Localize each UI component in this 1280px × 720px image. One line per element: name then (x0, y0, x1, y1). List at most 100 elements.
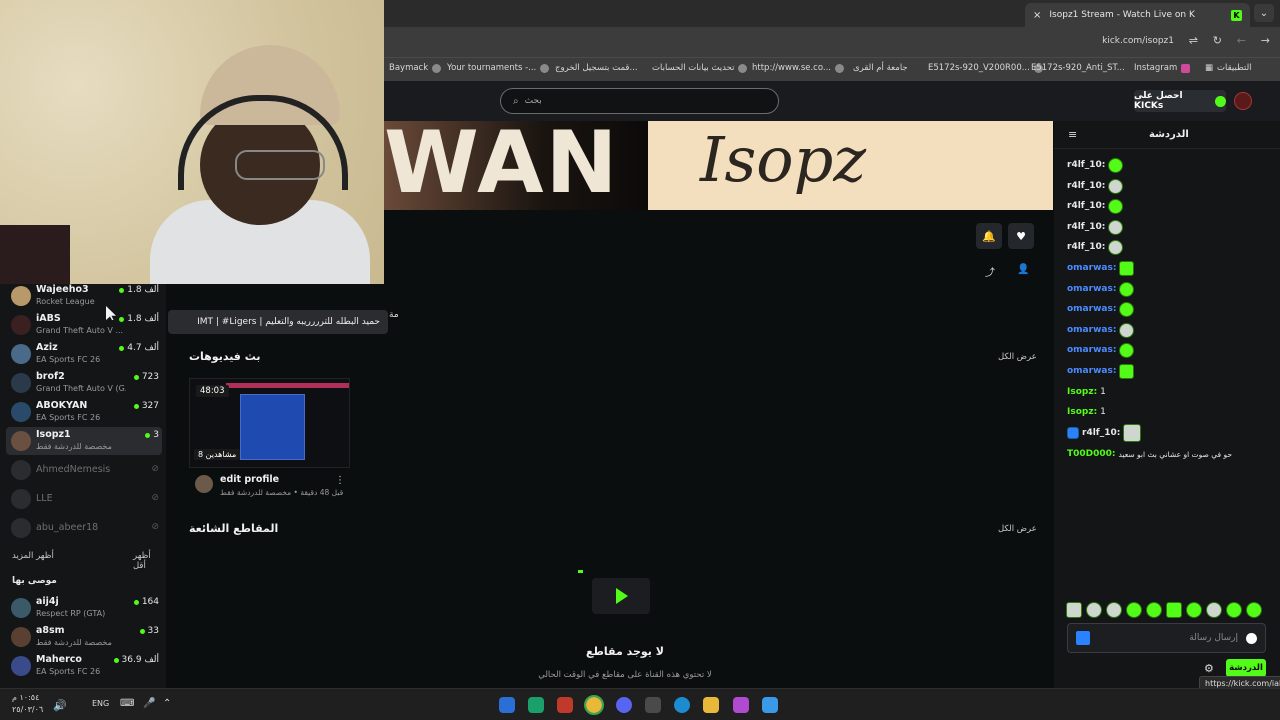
copilot-icon[interactable] (499, 697, 515, 713)
globe-icon (835, 63, 845, 73)
emote-icon (1119, 363, 1135, 379)
chrome-icon[interactable] (584, 695, 604, 715)
chat-message: omarwas: (1067, 300, 1135, 318)
live-dot-icon (119, 287, 125, 293)
emote-icon[interactable] (1146, 602, 1162, 618)
share-icon[interactable]: ⤴ (985, 264, 995, 279)
bookmark[interactable]: Your tournaments -... (447, 63, 550, 73)
sidebar-channel-offline[interactable]: LLE ⊘ (6, 485, 162, 513)
live-dot-icon (145, 432, 151, 438)
chat-message: r4lf_10: (1067, 177, 1124, 195)
app-icon[interactable] (557, 697, 573, 713)
sidebar-channel-offline[interactable]: abu_abeer18 ⊘ (6, 514, 162, 542)
emote-icon[interactable] (1106, 602, 1122, 618)
sidebar-channel-offline[interactable]: AhmedNemesis ⊘ (6, 456, 162, 484)
globe-icon (540, 63, 550, 73)
video-thumbnail[interactable]: 48:03 8 مشاهدين (189, 378, 350, 468)
emote-icon (1108, 239, 1124, 255)
edge-icon[interactable] (674, 697, 690, 713)
windows-start-icon[interactable] (762, 697, 778, 713)
keyboard-icon[interactable]: ⌨ (120, 698, 134, 709)
bookmark[interactable]: جامعة أم القرى (853, 63, 908, 73)
video-duration: 48:03 (196, 385, 229, 397)
bookmark[interactable]: E5172s-920_Anti_ST... (1031, 63, 1125, 73)
tab-search-button[interactable]: ⌄ (1254, 4, 1274, 22)
avatar (11, 460, 31, 480)
video-title[interactable]: edit profile (220, 474, 279, 485)
bookmark[interactable]: Baymack (389, 63, 442, 73)
emote-icon[interactable] (1206, 602, 1222, 618)
clock-date[interactable]: ٢٥/٠٣/٠٦ (12, 705, 43, 714)
emoji-icon[interactable] (1246, 632, 1257, 644)
file-explorer-icon[interactable] (703, 697, 719, 713)
sidebar-channel[interactable]: a8sm مخصصة للدردشة فقط 33 (6, 623, 162, 651)
user-add-icon[interactable]: 👤 (1017, 264, 1029, 275)
more-options-icon[interactable]: ⋮ (335, 475, 345, 486)
store-icon[interactable] (645, 697, 661, 713)
site-settings-icon[interactable]: ⇌ (1189, 34, 1198, 47)
copilot-app-icon[interactable] (733, 697, 749, 713)
bookmark[interactable]: Instagram (1134, 63, 1191, 73)
forward-icon[interactable]: ← (1237, 34, 1246, 47)
sidebar-channel[interactable]: ABOKYAN EA Sports FC 26 327 (6, 398, 162, 426)
emote-icon[interactable] (1126, 602, 1142, 618)
kick-emote-icon[interactable] (1076, 631, 1090, 645)
emote-icon[interactable] (1066, 602, 1082, 618)
sidebar-channel[interactable]: Wajeeho3 Rocket League 1.8 ألف (6, 282, 162, 310)
chat-message: r4lf_10: (1067, 156, 1124, 174)
chat-menu-icon[interactable]: ≡ (1068, 128, 1077, 141)
chat-message: Isopz: 1 (1067, 387, 1106, 397)
live-dot-icon (113, 657, 119, 663)
live-dot-icon (119, 316, 125, 322)
chat-message: T00D000: حو في صوت او عشاني بث ابو سعيد (1067, 449, 1232, 459)
chat-message: Isopz: 1 (1067, 407, 1106, 417)
clock-time[interactable]: ١٠:٥٤ م (12, 693, 39, 702)
notification-bell-button[interactable]: 🔔 (976, 223, 1002, 249)
show-all-videos-link[interactable]: عرض الكل (998, 352, 1037, 362)
emote-icon[interactable] (1166, 602, 1182, 618)
emote-icon (1123, 424, 1142, 442)
tray-expand-icon[interactable]: ⌃ (163, 698, 171, 709)
url-text[interactable]: kick.com/isopz1 (1102, 36, 1174, 46)
bookmark[interactable]: تحديث بيانات الحسابات (652, 63, 748, 73)
search-icon: ⌕ (513, 95, 519, 107)
emote-icon[interactable] (1226, 602, 1242, 618)
get-kicks-button[interactable]: احصل على KICKs (1134, 90, 1226, 112)
reload-icon[interactable]: ↻ (1213, 34, 1222, 47)
apps-bookmark[interactable]: ▦ التطبيقات (1205, 63, 1252, 73)
avatar (11, 402, 31, 422)
sidebar-channel[interactable]: brof2 Grand Theft Auto V (G... 723 (6, 369, 162, 397)
follow-heart-button[interactable]: ♥ (1008, 223, 1034, 249)
emote-icon[interactable] (1086, 602, 1102, 618)
show-less-link[interactable]: أظهر أقل (133, 551, 166, 571)
chat-input[interactable]: إرسال رسالة (1067, 623, 1266, 653)
discord-icon[interactable] (616, 697, 632, 713)
active-tab[interactable]: × Isopz1 Stream - Watch Live on K K (1025, 3, 1250, 27)
emote-icon[interactable] (1246, 602, 1262, 618)
user-avatar[interactable] (1234, 92, 1252, 110)
bookmark[interactable]: E5172s-920_V200R00... (928, 63, 1043, 73)
sidebar-channel[interactable]: Maherco EA Sports FC 26 36.9 ألف (6, 652, 162, 680)
close-tab-icon[interactable]: × (1033, 10, 1041, 21)
bookmark[interactable]: قمت بتسجيل الخروج... (555, 63, 638, 73)
show-more-link[interactable]: أظهر المزيد (12, 551, 54, 561)
sidebar-channel[interactable]: Aziz EA Sports FC 26 4.7 ألف (6, 340, 162, 368)
search-input[interactable]: ⌕ بحث (500, 88, 779, 114)
bookmark[interactable]: http://www.se.co... (752, 63, 845, 73)
chat-message: omarwas: (1067, 259, 1135, 277)
chat-header: ≡ الدردشة (1054, 121, 1280, 149)
sidebar-channel[interactable]: aij4j Respect RP (GTA) 164 (6, 594, 162, 622)
volume-icon[interactable]: 🔊 (53, 699, 67, 712)
chat-send-button[interactable]: الدردشة (1226, 659, 1266, 677)
sidebar-channel-selected[interactable]: Isopz1 مخصصة للدردشة فقط 3 (6, 427, 162, 455)
app-icon[interactable] (528, 697, 544, 713)
emote-icon[interactable] (1186, 602, 1202, 618)
live-dot-icon (133, 599, 139, 605)
language-indicator[interactable]: ENG (92, 699, 109, 708)
back-icon[interactable]: → (1261, 34, 1270, 47)
show-all-clips-link[interactable]: عرض الكل (998, 524, 1037, 534)
sidebar-channel[interactable]: iABS Grand Theft Auto V ... 1.8 ألف (6, 311, 162, 339)
chat-settings-icon[interactable]: ⚙ (1204, 662, 1214, 675)
past-videos-title: بث فيديوهات (189, 350, 261, 363)
mic-icon[interactable]: 🎤 (143, 698, 155, 709)
